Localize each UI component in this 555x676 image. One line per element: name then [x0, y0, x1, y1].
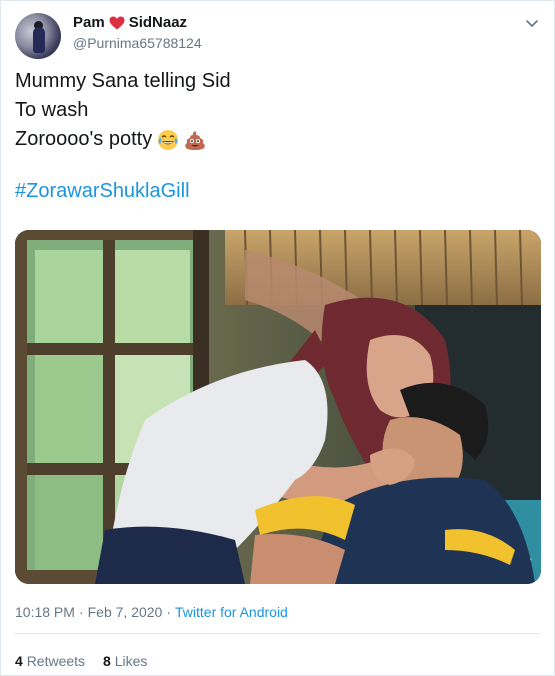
- user-handle[interactable]: @Purnima65788124: [73, 35, 202, 51]
- tweet-text: Mummy Sana telling Sid To wash Zoroooo's…: [15, 67, 535, 154]
- meta-separator: ·: [78, 604, 84, 620]
- heart-icon: [109, 16, 125, 29]
- tweet-photo[interactable]: oT: [15, 230, 541, 584]
- likes-label: Likes: [114, 653, 148, 669]
- retweets-label: Retweets: [26, 653, 86, 669]
- meta-separator-2: ·: [166, 604, 172, 620]
- tweet-stats: 4 Retweets 8 Likes: [15, 653, 147, 669]
- display-name-part2: SidNaaz: [128, 14, 188, 31]
- retweets-count: 4: [15, 653, 23, 669]
- tweet-line-2: To wash: [15, 99, 89, 121]
- tweet-card: Pam SidNaaz @Purnima65788124 Mummy Sana …: [0, 0, 555, 676]
- tweet-line-1: Mummy Sana telling Sid: [15, 70, 231, 92]
- chevron-down-icon[interactable]: [524, 15, 540, 31]
- display-name[interactable]: Pam SidNaaz: [73, 14, 187, 31]
- face-with-tears-of-joy-icon: [158, 129, 179, 150]
- divider: [15, 633, 541, 634]
- pile-of-poo-icon: [185, 130, 206, 150]
- likes-count: 8: [103, 653, 111, 669]
- tweet-line-3: Zoroooo's potty: [15, 128, 153, 150]
- tweet-meta: 10:18 PM · Feb 7, 2020 · Twitter for And…: [15, 604, 288, 620]
- display-name-part1: Pam: [73, 14, 105, 31]
- photo-illustration: oT: [15, 230, 541, 584]
- tweet-time[interactable]: 10:18 PM: [15, 604, 75, 620]
- tweet-date[interactable]: Feb 7, 2020: [88, 604, 163, 620]
- retweets-stat[interactable]: 4 Retweets: [15, 653, 85, 669]
- likes-stat[interactable]: 8 Likes: [103, 653, 147, 669]
- avatar[interactable]: [15, 13, 61, 59]
- tweet-source-link[interactable]: Twitter for Android: [175, 604, 288, 620]
- hashtag-link[interactable]: #ZorawarShuklaGill: [15, 180, 190, 203]
- avatar-figure: [33, 27, 45, 53]
